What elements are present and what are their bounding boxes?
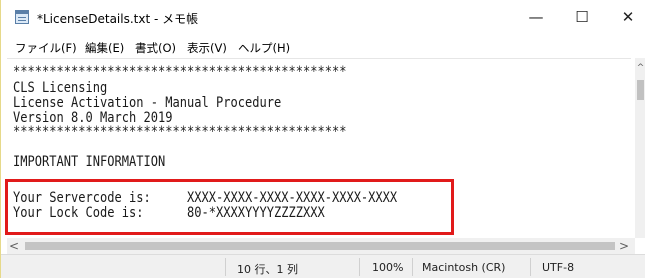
text-line: ****************************************… — [13, 64, 347, 80]
line-ending: Macintosh (CR) — [422, 261, 506, 274]
text-line: IMPORTANT INFORMATION — [13, 154, 166, 170]
zoom-level: 100% — [372, 261, 404, 274]
menu-file[interactable]: ファイル(F) — [15, 40, 77, 56]
horizontal-scrollbar[interactable]: < > — [7, 238, 635, 254]
menu-view[interactable]: 表示(V) — [187, 40, 227, 56]
scroll-up-icon[interactable]: ^ — [635, 62, 645, 74]
scroll-right-icon[interactable]: > — [619, 239, 629, 253]
scroll-left-icon[interactable]: < — [9, 239, 19, 253]
minimize-icon: — — [528, 8, 544, 26]
minimize-button[interactable]: — — [513, 0, 559, 34]
status-separator — [225, 258, 226, 276]
encoding: UTF-8 — [542, 261, 575, 274]
highlight-box — [5, 179, 454, 235]
status-separator — [530, 258, 531, 276]
status-separator — [359, 258, 360, 276]
menu-help[interactable]: ヘルプ(H) — [238, 40, 290, 56]
status-bar: 10 行、1 列 100% Macintosh (CR) UTF-8 — [1, 254, 645, 278]
title-bar[interactable]: *LicenseDetails.txt - メモ帳 — ☐ ✕ — [1, 0, 645, 36]
cursor-position: 10 行、1 列 — [237, 263, 298, 276]
notepad-window: *LicenseDetails.txt - メモ帳 — ☐ ✕ ファイル(F) … — [0, 0, 645, 278]
vertical-scroll-thumb[interactable] — [637, 80, 644, 100]
menu-edit[interactable]: 編集(E) — [85, 40, 124, 56]
close-icon: ✕ — [621, 8, 635, 26]
maximize-button[interactable]: ☐ — [559, 0, 605, 34]
menu-format[interactable]: 書式(O) — [135, 40, 176, 56]
horizontal-scroll-thumb[interactable] — [25, 242, 615, 250]
close-button[interactable]: ✕ — [605, 0, 645, 34]
window-title: *LicenseDetails.txt - メモ帳 — [37, 12, 199, 26]
text-line: CLS Licensing — [13, 80, 108, 96]
menu-bar: ファイル(F) 編集(E) 書式(O) 表示(V) ヘルプ(H) — [1, 36, 645, 58]
text-line: ****************************************… — [13, 124, 347, 140]
text-line: License Activation - Manual Procedure — [13, 95, 282, 111]
maximize-icon: ☐ — [575, 8, 589, 26]
vertical-scrollbar[interactable]: ^ — [635, 58, 645, 238]
notepad-icon — [15, 10, 29, 24]
text-line: Version 8.0 March 2019 — [13, 110, 173, 126]
status-separator — [412, 258, 413, 276]
